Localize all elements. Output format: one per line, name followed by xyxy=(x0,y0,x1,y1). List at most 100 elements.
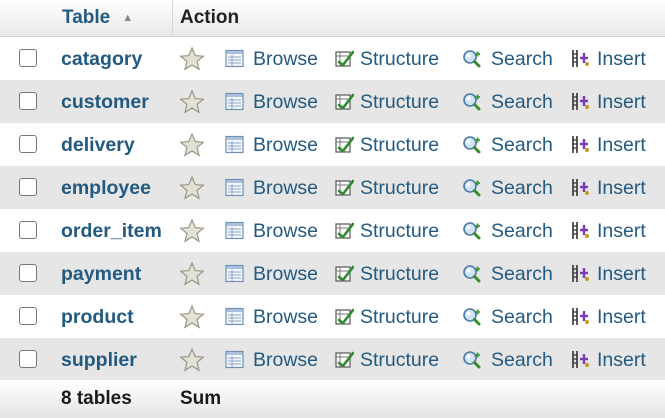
structure-icon xyxy=(335,265,354,282)
structure-action[interactable]: Structure xyxy=(335,306,439,329)
browse-label: Browse xyxy=(253,48,319,70)
search-icon xyxy=(463,308,481,326)
structure-label: Structure xyxy=(360,134,440,156)
favorite-star-icon[interactable] xyxy=(179,89,205,115)
search-icon xyxy=(463,50,481,68)
row-checkbox[interactable] xyxy=(19,178,37,196)
structure-icon xyxy=(335,179,354,196)
search-action[interactable]: Search xyxy=(462,349,553,372)
search-action[interactable]: Search xyxy=(462,263,553,286)
table-name-link[interactable]: product xyxy=(61,306,134,329)
insert-action[interactable]: Insert xyxy=(571,134,646,157)
table-name-link[interactable]: payment xyxy=(61,263,141,286)
table-row: employee Browse Structure Search Insert xyxy=(0,166,665,209)
search-action[interactable]: Search xyxy=(462,48,553,71)
structure-action[interactable]: Structure xyxy=(335,220,439,243)
insert-label: Insert xyxy=(597,177,646,199)
structure-action[interactable]: Structure xyxy=(335,134,439,157)
table-row: delivery Browse Structure Search Insert xyxy=(0,123,665,166)
browse-label: Browse xyxy=(253,91,319,113)
browse-action[interactable]: Browse xyxy=(225,349,318,372)
search-action[interactable]: Search xyxy=(462,220,553,243)
browse-label: Browse xyxy=(253,134,319,156)
table-row: order_item Browse Structure Search Inser… xyxy=(0,209,665,252)
search-label: Search xyxy=(491,91,553,113)
insert-label: Insert xyxy=(597,263,646,285)
table-name-link[interactable]: order_item xyxy=(61,220,162,243)
browse-action[interactable]: Browse xyxy=(225,134,318,157)
column-table-label: Table xyxy=(62,7,111,28)
browse-icon xyxy=(225,49,244,68)
favorite-star-icon[interactable] xyxy=(179,175,205,201)
row-checkbox[interactable] xyxy=(19,49,37,67)
search-action[interactable]: Search xyxy=(462,91,553,114)
structure-label: Structure xyxy=(360,48,440,70)
favorite-star-icon[interactable] xyxy=(179,347,205,373)
sort-ascending-icon[interactable]: ▲ xyxy=(122,12,133,24)
insert-icon xyxy=(572,265,589,282)
table-row: customer Browse Structure Search Insert xyxy=(0,80,665,123)
table-name-link[interactable]: catagory xyxy=(61,48,142,71)
structure-label: Structure xyxy=(360,220,440,242)
column-header-table[interactable]: Table ▲ xyxy=(62,7,133,29)
structure-action[interactable]: Structure xyxy=(335,263,439,286)
favorite-star-icon[interactable] xyxy=(179,218,205,244)
insert-action[interactable]: Insert xyxy=(571,306,646,329)
search-label: Search xyxy=(491,349,553,371)
browse-action[interactable]: Browse xyxy=(225,263,318,286)
browse-action[interactable]: Browse xyxy=(225,220,318,243)
browse-label: Browse xyxy=(253,306,319,328)
insert-icon xyxy=(572,179,589,196)
search-icon xyxy=(463,93,481,111)
table-name-link[interactable]: customer xyxy=(61,91,149,114)
structure-label: Structure xyxy=(360,177,440,199)
search-action[interactable]: Search xyxy=(462,177,553,200)
favorite-star-icon[interactable] xyxy=(179,132,205,158)
structure-label: Structure xyxy=(360,263,440,285)
insert-label: Insert xyxy=(597,134,646,156)
insert-action[interactable]: Insert xyxy=(571,177,646,200)
structure-action[interactable]: Structure xyxy=(335,48,439,71)
row-checkbox[interactable] xyxy=(19,92,37,110)
structure-label: Structure xyxy=(360,91,440,113)
favorite-star-icon[interactable] xyxy=(179,46,205,72)
browse-action[interactable]: Browse xyxy=(225,306,318,329)
table-row: supplier Browse Structure Search Insert xyxy=(0,338,665,381)
table-name-link[interactable]: supplier xyxy=(61,349,137,372)
structure-icon xyxy=(335,93,354,110)
insert-action[interactable]: Insert xyxy=(571,48,646,71)
insert-action[interactable]: Insert xyxy=(571,263,646,286)
browse-label: Browse xyxy=(253,263,319,285)
structure-icon xyxy=(335,351,354,368)
browse-action[interactable]: Browse xyxy=(225,48,318,71)
column-header-action: Action xyxy=(180,7,240,28)
table-name-link[interactable]: delivery xyxy=(61,134,135,157)
structure-action[interactable]: Structure xyxy=(335,91,439,114)
table-row: catagory Browse Structure Search Insert xyxy=(0,37,665,80)
browse-label: Browse xyxy=(253,177,319,199)
browse-icon xyxy=(225,307,244,326)
row-checkbox[interactable] xyxy=(19,264,37,282)
search-action[interactable]: Search xyxy=(462,306,553,329)
browse-action[interactable]: Browse xyxy=(225,91,318,114)
structure-action[interactable]: Structure xyxy=(335,349,439,372)
search-icon xyxy=(463,136,481,154)
favorite-star-icon[interactable] xyxy=(179,304,205,330)
structure-action[interactable]: Structure xyxy=(335,177,439,200)
table-header: Table ▲ Action xyxy=(0,0,665,37)
search-label: Search xyxy=(491,134,553,156)
insert-action[interactable]: Insert xyxy=(571,91,646,114)
row-checkbox[interactable] xyxy=(19,307,37,325)
search-icon xyxy=(463,351,481,369)
row-checkbox[interactable] xyxy=(19,221,37,239)
insert-action[interactable]: Insert xyxy=(571,349,646,372)
search-action[interactable]: Search xyxy=(462,134,553,157)
structure-icon xyxy=(335,222,354,239)
row-checkbox[interactable] xyxy=(19,135,37,153)
insert-action[interactable]: Insert xyxy=(571,220,646,243)
favorite-star-icon[interactable] xyxy=(179,261,205,287)
table-name-link[interactable]: employee xyxy=(61,177,151,200)
insert-icon xyxy=(572,222,589,239)
browse-action[interactable]: Browse xyxy=(225,177,318,200)
row-checkbox[interactable] xyxy=(19,350,37,368)
